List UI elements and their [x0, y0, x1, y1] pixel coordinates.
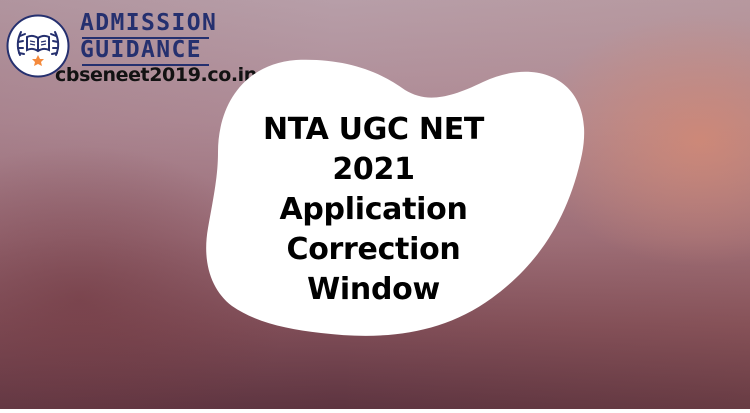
headline-line-4: Correction: [286, 232, 461, 267]
headline-line-5: Window: [307, 272, 440, 307]
headline-line-3: Application: [279, 192, 468, 227]
headline-line-2: 2021: [332, 152, 415, 187]
headline: NTA UGC NET 2021 Application Correction …: [212, 100, 535, 320]
headline-line-1: NTA UGC NET: [262, 112, 485, 147]
